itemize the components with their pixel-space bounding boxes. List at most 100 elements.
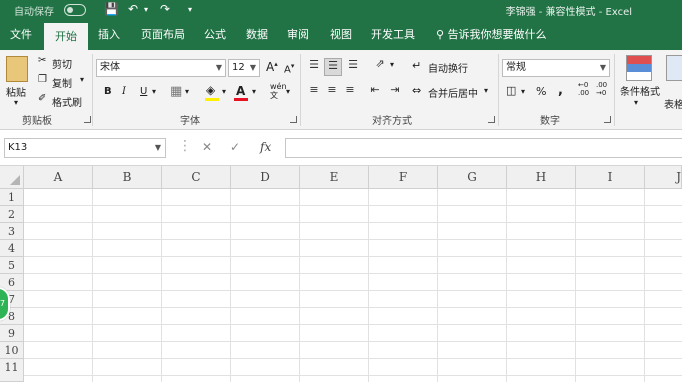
- tab-view[interactable]: 视图: [324, 20, 358, 50]
- column-header[interactable]: F: [369, 166, 438, 189]
- column-header[interactable]: B: [93, 166, 162, 189]
- merge-center-icon[interactable]: ⇔: [412, 84, 421, 97]
- cancel-entry-icon[interactable]: ✕: [202, 140, 212, 154]
- grow-font-button[interactable]: A▴: [266, 60, 278, 74]
- wrap-text-icon[interactable]: ↵: [412, 59, 421, 72]
- conditional-dropdown-icon[interactable]: ▾: [634, 98, 638, 107]
- column-header[interactable]: G: [438, 166, 507, 189]
- phonetic-icon[interactable]: wén 文: [270, 82, 287, 100]
- font-size-select[interactable]: 12 ▼: [228, 59, 260, 77]
- decrease-decimal-icon[interactable]: .00 →0: [596, 81, 607, 97]
- percent-style-button[interactable]: %: [536, 85, 546, 98]
- customize-qat-icon[interactable]: ▾: [188, 5, 192, 14]
- insert-function-button[interactable]: fx: [260, 140, 271, 154]
- tab-page-layout[interactable]: 页面布局: [136, 20, 190, 50]
- redo-icon[interactable]: ↷: [160, 2, 170, 16]
- column-header[interactable]: A: [24, 166, 93, 189]
- copy-dropdown-icon[interactable]: ▾: [80, 75, 84, 84]
- cell-grid[interactable]: [24, 189, 682, 382]
- font-launcher-icon[interactable]: [290, 116, 297, 123]
- format-as-table-icon[interactable]: [666, 55, 682, 81]
- undo-icon[interactable]: ↶: [128, 2, 138, 16]
- align-left-icon[interactable]: ≡: [306, 83, 322, 96]
- row-header[interactable]: 2: [0, 206, 24, 223]
- fill-color-icon[interactable]: ◈: [206, 83, 215, 97]
- cut-icon[interactable]: ✂: [38, 55, 46, 66]
- column-header[interactable]: D: [231, 166, 300, 189]
- autosave-toggle[interactable]: [64, 4, 86, 16]
- orientation-dropdown-icon[interactable]: ▾: [390, 60, 394, 69]
- increase-decimal-icon[interactable]: ←0.00: [578, 81, 589, 97]
- row-header[interactable]: 1: [0, 189, 24, 206]
- name-box[interactable]: K13 ▼: [4, 138, 166, 158]
- fill-color-dropdown-icon[interactable]: ▾: [222, 87, 226, 96]
- confirm-entry-icon[interactable]: ✓: [230, 140, 240, 154]
- paste-icon[interactable]: [6, 56, 28, 82]
- accounting-format-icon[interactable]: ◫: [506, 84, 516, 97]
- align-bottom-icon[interactable]: ☰: [345, 58, 361, 74]
- column-header[interactable]: I: [576, 166, 645, 189]
- tab-file[interactable]: 文件: [4, 20, 38, 50]
- tab-developer[interactable]: 开发工具: [366, 20, 420, 50]
- row-header[interactable]: 5: [0, 257, 24, 274]
- borders-dropdown-icon[interactable]: ▾: [185, 87, 189, 96]
- tab-home[interactable]: 开始: [44, 23, 88, 50]
- underline-button[interactable]: U: [140, 86, 147, 97]
- font-color-icon[interactable]: A: [236, 84, 245, 98]
- copy-icon[interactable]: ❐: [38, 74, 47, 85]
- underline-dropdown-icon[interactable]: ▾: [152, 87, 156, 96]
- align-top-icon[interactable]: ☰: [306, 58, 322, 74]
- row-header[interactable]: 11: [0, 359, 24, 382]
- alignment-launcher-icon[interactable]: [488, 116, 495, 123]
- row-header[interactable]: 9: [0, 325, 24, 342]
- format-as-table-button[interactable]: 表格: [664, 96, 682, 111]
- column-header[interactable]: E: [300, 166, 369, 189]
- clipboard-group-label: 剪贴板: [22, 116, 52, 127]
- copy-button[interactable]: 复制: [52, 75, 72, 90]
- wrap-text-button[interactable]: 自动换行: [428, 60, 468, 75]
- phonetic-dropdown-icon[interactable]: ▾: [286, 87, 290, 96]
- tell-me-search[interactable]: ⚲ 告诉我你想要做什么: [436, 20, 547, 50]
- tab-data[interactable]: 数据: [240, 20, 274, 50]
- row-header[interactable]: 3: [0, 223, 24, 240]
- comma-style-button[interactable]: ,: [558, 83, 563, 98]
- tab-formulas[interactable]: 公式: [198, 20, 232, 50]
- formula-input[interactable]: [285, 138, 682, 158]
- tab-review[interactable]: 审阅: [281, 20, 315, 50]
- select-all-button[interactable]: [0, 166, 24, 189]
- align-middle-icon[interactable]: ☰: [324, 58, 342, 76]
- font-name-select[interactable]: 宋体 ▼: [96, 59, 226, 77]
- paste-button[interactable]: 粘贴: [6, 84, 26, 99]
- borders-icon[interactable]: ▦: [170, 84, 182, 99]
- clipboard-launcher-icon[interactable]: [84, 116, 91, 123]
- increase-indent-icon[interactable]: ⇥: [386, 83, 404, 96]
- accounting-dropdown-icon[interactable]: ▾: [521, 87, 525, 96]
- align-center-icon[interactable]: ≡: [324, 83, 340, 96]
- undo-dropdown-icon[interactable]: ▾: [144, 5, 148, 14]
- format-painter-icon[interactable]: ✐: [38, 93, 46, 104]
- column-header[interactable]: C: [162, 166, 231, 189]
- save-icon[interactable]: 💾: [104, 2, 119, 16]
- format-painter-button[interactable]: 格式刷: [52, 94, 82, 109]
- orientation-icon[interactable]: ⇗: [370, 57, 390, 73]
- cut-button[interactable]: 剪切: [52, 56, 72, 71]
- shrink-font-button[interactable]: A▾: [284, 62, 294, 75]
- column-header[interactable]: J: [645, 166, 682, 189]
- conditional-formatting-icon[interactable]: [626, 55, 652, 81]
- paste-dropdown-icon[interactable]: ▾: [14, 98, 18, 107]
- row-header[interactable]: 10: [0, 342, 24, 359]
- merge-center-button[interactable]: 合并后居中: [428, 85, 478, 100]
- row-header[interactable]: 4: [0, 240, 24, 257]
- grow-font-label: A: [266, 60, 275, 74]
- number-format-select[interactable]: 常规 ▼: [502, 59, 610, 77]
- column-header[interactable]: H: [507, 166, 576, 189]
- conditional-formatting-button[interactable]: 条件格式: [620, 83, 660, 98]
- decrease-indent-icon[interactable]: ⇤: [366, 83, 384, 96]
- italic-button[interactable]: I: [122, 86, 126, 97]
- align-right-icon[interactable]: ≡: [342, 83, 358, 96]
- tab-insert[interactable]: 插入: [92, 20, 126, 50]
- number-launcher-icon[interactable]: [604, 116, 611, 123]
- bold-button[interactable]: B: [104, 86, 112, 97]
- merge-dropdown-icon[interactable]: ▾: [484, 86, 488, 95]
- font-color-dropdown-icon[interactable]: ▾: [252, 87, 256, 96]
